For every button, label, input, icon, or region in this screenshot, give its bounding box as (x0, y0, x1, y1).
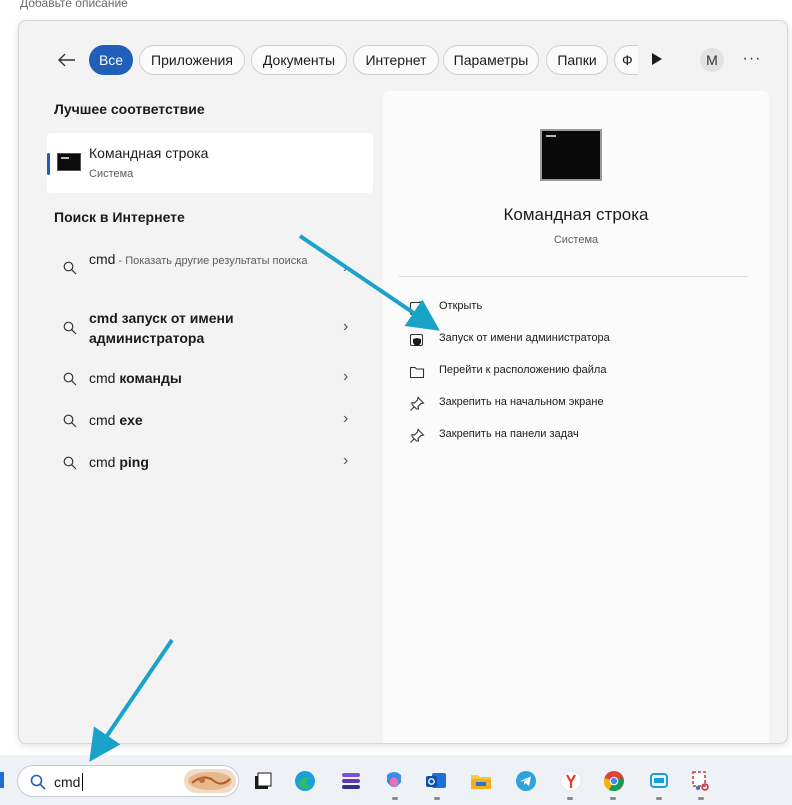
web-result-bold: exe (119, 412, 143, 428)
back-button[interactable] (55, 48, 79, 72)
tab-apps[interactable]: Приложения (139, 45, 245, 75)
tab-all[interactable]: Все (89, 45, 133, 75)
running-indicator (698, 797, 704, 800)
outlook-icon[interactable] (425, 770, 447, 792)
running-indicator (434, 797, 440, 800)
selection-indicator (47, 153, 50, 175)
action-label: Перейти к расположению файла (439, 364, 607, 376)
cmd-app-icon (540, 129, 602, 181)
action-label: Запуск от имени администратора (439, 332, 610, 344)
filter-bar: Все Приложения Документы Интернет Параме… (19, 43, 787, 77)
best-match-item[interactable]: Командная строка Система (47, 133, 373, 193)
best-match-sub: Система (89, 168, 134, 180)
file-explorer-icon[interactable] (470, 770, 492, 792)
text-cursor (82, 773, 83, 791)
tab-internet[interactable]: Интернет (353, 45, 439, 75)
search-icon (63, 321, 77, 335)
chevron-right-icon: › (343, 368, 349, 385)
web-result-query: cmd (89, 412, 120, 428)
account-avatar[interactable]: M (700, 48, 724, 72)
best-match-name: Командная строка (89, 145, 209, 161)
search-highlight-image[interactable] (184, 769, 236, 793)
running-indicator (610, 797, 616, 800)
action-pin-taskbar[interactable]: Закрепить на панели задач (409, 425, 729, 447)
web-result-row[interactable]: cmd запуск от имени администратора › (47, 308, 373, 348)
web-search-heading: Поиск в Интернете (54, 209, 185, 225)
pin-icon (410, 428, 425, 443)
web-result-row[interactable]: cmd ping › (47, 452, 373, 492)
action-open[interactable]: Открыть (409, 297, 729, 319)
action-pin-start[interactable]: Закрепить на начальном экране (409, 393, 729, 415)
chevron-right-icon: › (343, 452, 349, 469)
web-result-query: cmd запуск от имени администратора (89, 310, 234, 346)
chrome-icon[interactable] (603, 770, 625, 792)
detail-panel: Командная строка Система Открыть Запуск … (383, 91, 769, 743)
back-arrow-icon (58, 53, 75, 67)
scroll-tabs-button[interactable] (651, 52, 665, 68)
action-label: Закрепить на панели задач (439, 428, 579, 440)
search-window: Все Приложения Документы Интернет Параме… (18, 20, 788, 744)
running-indicator (656, 797, 662, 800)
web-result-hint: - Показать другие результаты поиска (115, 255, 308, 267)
tab-settings[interactable]: Параметры (443, 45, 539, 75)
windows-start-icon[interactable] (0, 772, 4, 788)
folder-icon (409, 366, 425, 379)
telegram-icon[interactable] (515, 770, 537, 792)
web-result-row[interactable]: cmd exe › (47, 410, 373, 450)
action-run-as-admin[interactable]: Запуск от имени администратора (409, 329, 729, 351)
web-result-query: cmd (89, 454, 120, 470)
detail-app-sub: Система (553, 234, 599, 246)
action-open-file-location[interactable]: Перейти к расположению файла (409, 361, 729, 383)
web-result-row[interactable]: cmd команды › (47, 368, 373, 408)
stack-icon[interactable] (340, 770, 362, 792)
cmd-app-icon (57, 153, 81, 171)
tab-more-partial[interactable]: Ф (614, 45, 638, 75)
snipping-icon[interactable] (690, 770, 712, 792)
web-result-query: cmd (89, 251, 116, 267)
task-view-icon[interactable] (252, 770, 274, 792)
web-result-bold: ping (119, 454, 149, 470)
action-label: Закрепить на начальном экране (439, 396, 604, 408)
web-result-bold: команды (119, 370, 182, 386)
action-label: Открыть (439, 300, 483, 312)
chevron-right-icon: › (343, 318, 349, 335)
chevron-right-icon: › (343, 259, 349, 276)
open-icon (409, 301, 424, 316)
copilot-icon[interactable] (383, 770, 405, 792)
search-icon (63, 261, 77, 275)
tab-documents[interactable]: Документы (251, 45, 347, 75)
search-value: cmd (54, 774, 81, 790)
web-result-query: cmd (89, 370, 120, 386)
edge-icon[interactable] (294, 770, 316, 792)
admin-shield-icon (409, 333, 424, 347)
taskbar: cmd (0, 755, 792, 805)
search-icon (63, 372, 77, 386)
web-result-row[interactable]: cmd - Показать другие результаты поиска … (47, 249, 373, 289)
search-icon (63, 456, 77, 470)
detail-app-name: Командная строка (503, 205, 649, 224)
app-icon[interactable] (648, 770, 670, 792)
running-indicator (392, 797, 398, 800)
tab-folders[interactable]: Папки (546, 45, 608, 75)
search-icon (30, 774, 46, 790)
yandex-icon[interactable] (560, 770, 582, 792)
running-indicator (567, 797, 573, 800)
best-match-heading: Лучшее соответствие (54, 101, 205, 117)
play-icon (652, 53, 662, 65)
taskbar-search-input[interactable]: cmd (17, 765, 239, 797)
more-options-button[interactable]: ··· (741, 46, 763, 72)
search-icon (63, 414, 77, 428)
divider (399, 276, 748, 277)
pin-icon (410, 396, 425, 411)
chevron-right-icon: › (343, 410, 349, 427)
page-caption: Добавьте описание (20, 0, 128, 10)
